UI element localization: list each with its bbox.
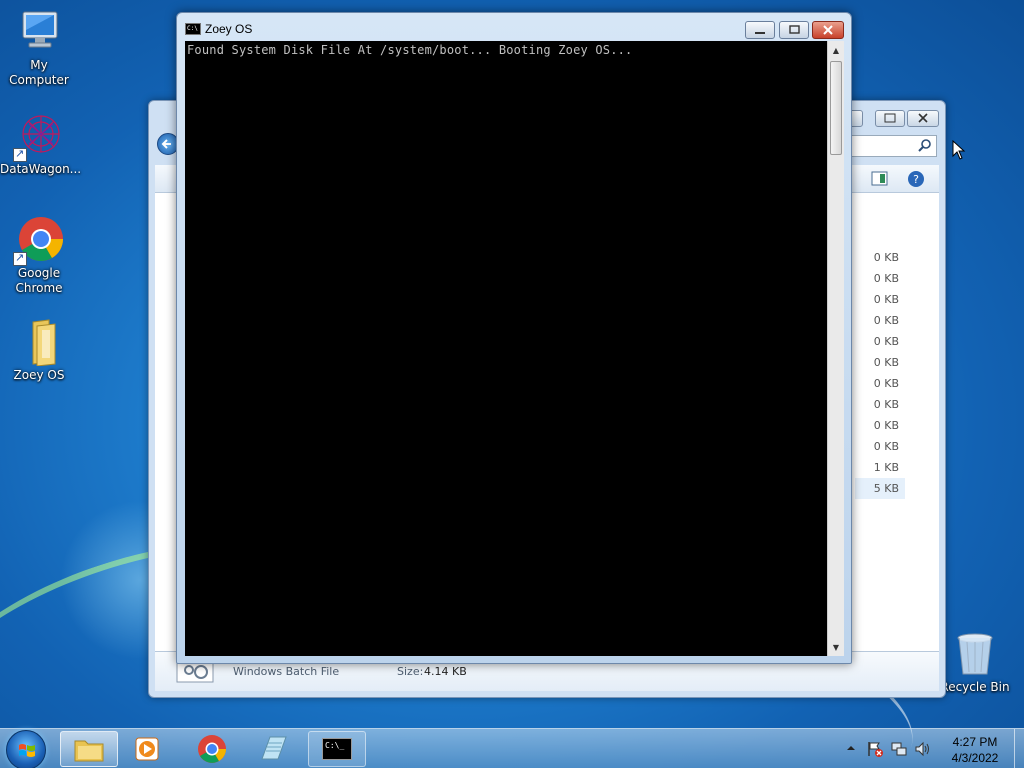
back-arrow-icon (161, 139, 171, 149)
window-title: Zoey OS (205, 22, 253, 36)
maximize-button[interactable] (779, 21, 809, 39)
desktop-icon-google-chrome[interactable]: Google Chrome (0, 216, 78, 296)
show-desktop-button[interactable] (1014, 729, 1024, 768)
file-size-cell: 0 KB (873, 398, 899, 411)
taskbar-cmd-button[interactable]: C:\_ (308, 731, 366, 767)
file-size-cell: 0 KB (873, 335, 899, 348)
cmd-icon: C:\_ (322, 738, 352, 760)
datawagon-logo-icon (13, 112, 63, 162)
desktop-icon-zoey-os[interactable]: Zoey OS (0, 318, 78, 383)
taskbar-media-player-button[interactable] (120, 731, 178, 767)
desktop-icon-datawagon[interactable]: DataWagon... (0, 112, 82, 177)
search-box[interactable] (841, 135, 937, 157)
windows-logo-icon (19, 744, 35, 757)
file-size-column: 0 KB 0 KB 0 KB 0 KB 0 KB 0 KB 0 KB 0 KB … (855, 247, 905, 499)
volume-icon[interactable] (914, 740, 932, 758)
network-icon[interactable] (890, 740, 908, 758)
file-size-cell: 5 KB (855, 478, 905, 499)
preview-pane-icon[interactable] (871, 171, 889, 187)
close-icon (823, 25, 833, 35)
file-size-cell: 0 KB (873, 251, 899, 264)
file-size-cell: 0 KB (873, 314, 899, 327)
desktop-icon-recycle-bin[interactable]: Recycle Bin (936, 630, 1014, 695)
file-size-cell: 1 KB (873, 461, 899, 474)
file-size-cell: 0 KB (873, 440, 899, 453)
maximize-icon (884, 113, 896, 123)
help-icon[interactable]: ? (907, 170, 925, 188)
file-size-cell: 0 KB (873, 293, 899, 306)
taskbar-notepad-button[interactable] (246, 731, 304, 767)
taskbar-chrome-button[interactable] (184, 731, 242, 767)
file-type-label: Windows Batch File (233, 665, 340, 678)
recycle-bin-icon (951, 630, 999, 678)
scroll-up-icon[interactable]: ▲ (828, 43, 844, 59)
desktop-icon-label: Recycle Bin (940, 680, 1010, 694)
svg-text:?: ? (913, 173, 919, 186)
desktop-icon-my-computer[interactable]: My Computer (0, 8, 78, 88)
computer-icon (15, 8, 63, 56)
close-button[interactable] (907, 110, 939, 127)
search-icon (918, 139, 931, 152)
scrollbar-thumb[interactable] (830, 61, 842, 155)
file-size-value: 4.14 KB (424, 665, 467, 678)
mouse-cursor-icon (952, 140, 966, 160)
console-output[interactable]: Found System Disk File At /system/boot..… (185, 41, 827, 656)
vertical-scrollbar[interactable]: ▲ ▼ (827, 41, 844, 656)
close-button[interactable] (812, 21, 844, 39)
start-button[interactable] (6, 730, 46, 768)
clock[interactable]: 4:27 PM 4/3/2022 (940, 734, 1010, 766)
cmd-window[interactable]: C:\ Zoey OS Found System Disk File At /s… (176, 12, 852, 664)
chrome-icon (198, 735, 226, 763)
media-player-icon (135, 737, 159, 761)
desktop-icon-label: Google Chrome (15, 266, 63, 295)
minimize-button[interactable] (745, 21, 775, 39)
cmd-app-icon: C:\ (185, 23, 201, 35)
desktop-icon-label: DataWagon... (0, 162, 82, 176)
file-size-cell: 0 KB (873, 356, 899, 369)
folder-icon (74, 740, 104, 762)
close-icon (918, 113, 928, 123)
maximize-button[interactable] (875, 110, 905, 127)
file-size-cell: 0 KB (873, 272, 899, 285)
restore-icon (789, 25, 800, 34)
taskbar-explorer-button[interactable] (60, 731, 118, 767)
minimize-icon (755, 32, 765, 34)
file-size-label: Size: (397, 665, 424, 678)
file-size-cell: 0 KB (873, 377, 899, 390)
clock-time: 4:27 PM (952, 735, 998, 749)
scroll-down-icon[interactable]: ▼ (828, 640, 844, 656)
file-size-cell: 0 KB (873, 419, 899, 432)
clock-date: 4/3/2022 (951, 751, 999, 765)
notepad-icon (261, 736, 287, 760)
shortcut-arrow-icon (13, 250, 27, 266)
desktop-icon-label: Zoey OS (13, 368, 65, 382)
show-hidden-icons-icon[interactable] (845, 742, 857, 754)
folder-icon (15, 318, 63, 367)
taskbar: C:\_ 4:27 PM 4/3/2022 (0, 728, 1024, 768)
shortcut-arrow-icon (13, 146, 27, 162)
chrome-icon (13, 216, 63, 266)
action-center-flag-icon[interactable] (866, 740, 884, 758)
desktop-icon-label: My Computer (9, 58, 69, 87)
